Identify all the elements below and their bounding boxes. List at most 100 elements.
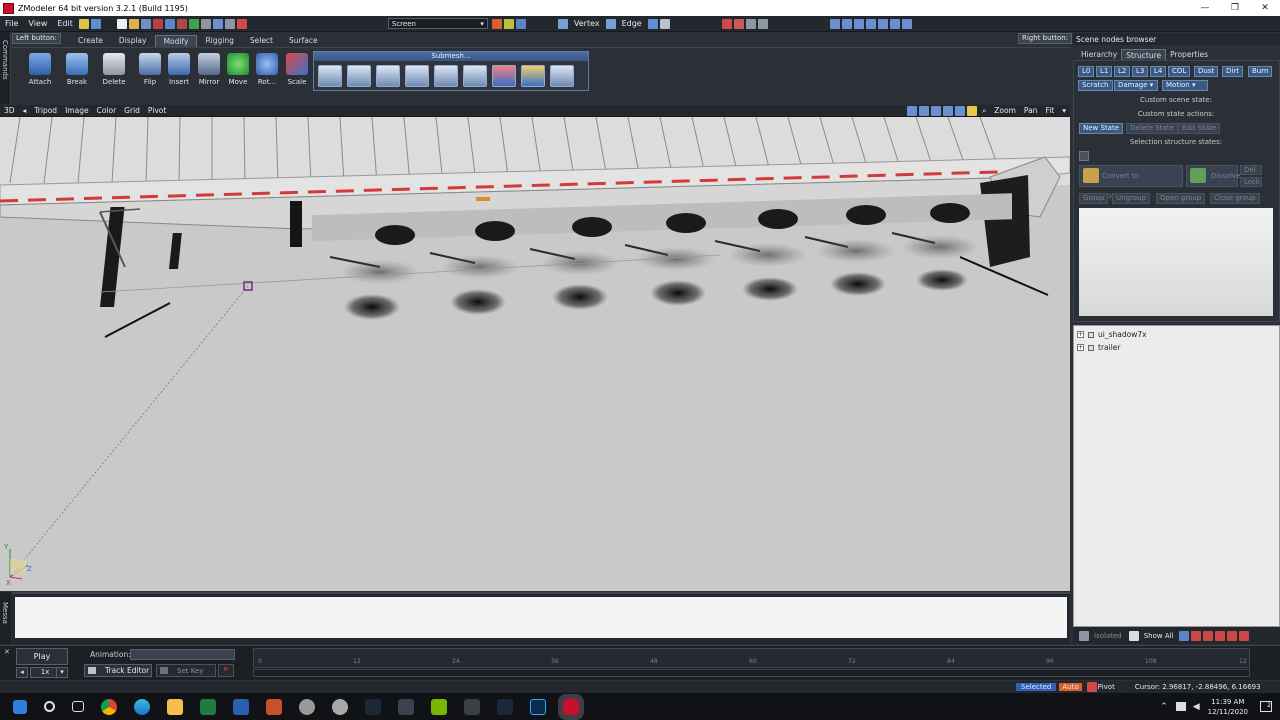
col-button[interactable]: COL [1168, 66, 1191, 77]
right-button-label[interactable]: Right button: [1018, 33, 1073, 44]
submesh-tool-1-icon[interactable] [318, 65, 342, 87]
show-all-button[interactable]: Show All [1144, 632, 1174, 640]
redo-arrow-icon[interactable] [224, 18, 235, 29]
render-icon[interactable] [877, 18, 888, 29]
object-mode-icon[interactable] [659, 18, 670, 29]
volume-icon[interactable]: ◀ [1193, 702, 1200, 712]
rotate-button[interactable]: Rot... [253, 53, 281, 86]
submesh-tool-2-icon[interactable] [347, 65, 371, 87]
lod-button-l4[interactable]: L4 [1150, 66, 1167, 77]
viewport-menu-pivot[interactable]: Pivot [144, 106, 170, 115]
break-button[interactable]: Break [63, 53, 91, 86]
view-shading-2-icon[interactable] [919, 105, 930, 116]
steam-2-icon[interactable] [497, 698, 513, 715]
mail-icon[interactable] [398, 698, 414, 715]
commands-strip[interactable]: Commands [0, 32, 11, 104]
tab-surface[interactable]: Surface [281, 35, 326, 47]
search-icon[interactable] [44, 701, 55, 712]
network-icon[interactable] [1175, 702, 1186, 711]
checkbox-icon[interactable] [1128, 630, 1139, 641]
message-log[interactable] [15, 597, 1067, 638]
snap-icon[interactable] [733, 18, 744, 29]
minimize-button[interactable]: — [1190, 3, 1220, 13]
node-visibility-icon[interactable] [1088, 331, 1094, 338]
y-axis-icon[interactable] [503, 18, 514, 29]
expand-plus-icon[interactable]: + [1077, 331, 1084, 338]
wire-icon[interactable] [889, 18, 900, 29]
nvidia-icon[interactable] [431, 698, 447, 715]
close-group-button[interactable]: Close group [1210, 193, 1260, 204]
help-icon[interactable] [90, 18, 101, 29]
save-icon[interactable] [140, 18, 151, 29]
tab-select[interactable]: Select [242, 35, 281, 47]
excel-icon[interactable] [200, 698, 216, 715]
edge-mode[interactable]: Edge [617, 19, 647, 28]
group-button[interactable]: Group [1079, 193, 1109, 204]
edge-icon[interactable] [605, 18, 616, 29]
scene-tree[interactable]: + ui_shadow7x + trailer [1073, 325, 1280, 627]
windows-start-icon[interactable] [13, 699, 27, 714]
clock[interactable]: 11:39 AM 12/11/2020 [1208, 697, 1248, 717]
edge-browser-icon[interactable] [134, 698, 150, 715]
attach-button[interactable]: Attach [26, 53, 54, 86]
app-circle-icon[interactable] [332, 698, 348, 715]
material-icon[interactable] [853, 18, 864, 29]
submesh-tool-7-icon[interactable] [492, 65, 516, 87]
zoom-button[interactable]: Zoom [990, 106, 1020, 115]
isolated-toggle[interactable]: Isolated [1094, 632, 1122, 640]
screen-select[interactable]: Screen ▾ [387, 18, 488, 29]
tree-tool-5-icon[interactable] [1226, 630, 1237, 641]
submesh-tool-8-icon[interactable] [521, 65, 545, 87]
lasso-icon[interactable] [176, 18, 187, 29]
lod-button-l2[interactable]: L2 [1114, 66, 1131, 77]
menu-view[interactable]: View [23, 19, 52, 28]
node-visibility-icon[interactable] [1088, 344, 1094, 351]
view-shading-4-icon[interactable] [943, 105, 954, 116]
blender-icon[interactable] [299, 698, 315, 715]
scale-button[interactable]: Scale [283, 53, 311, 86]
task-view-icon[interactable] [72, 701, 84, 712]
x-axis-icon[interactable] [491, 18, 502, 29]
tab-hierarchy[interactable]: Hierarchy [1077, 49, 1121, 60]
submesh-tool-3-icon[interactable] [376, 65, 400, 87]
submesh-tool-5-icon[interactable] [434, 65, 458, 87]
angle-snap-icon[interactable] [757, 18, 768, 29]
left-button-label[interactable]: Left button: [12, 33, 61, 44]
flip-button[interactable]: Flip [136, 53, 164, 86]
new-state-button[interactable]: New State [1079, 123, 1124, 134]
media-icon[interactable] [464, 698, 480, 715]
texture-icon[interactable] [865, 18, 876, 29]
tab-rigging[interactable]: Rigging [197, 35, 241, 47]
3d-viewport[interactable]: Y X Z [0, 117, 1070, 591]
viewport-mode[interactable]: 3D [0, 106, 19, 115]
tab-display[interactable]: Display [111, 35, 155, 47]
burn-button[interactable]: Burn [1248, 66, 1273, 77]
chevron-down-icon[interactable]: ▾ [1058, 106, 1070, 115]
menu-file[interactable]: File [0, 19, 23, 28]
viewport-menu-image[interactable]: Image [61, 106, 93, 115]
copy-icon[interactable] [200, 18, 211, 29]
lod-button-l3[interactable]: L3 [1132, 66, 1149, 77]
submesh-tool-9-icon[interactable] [550, 65, 574, 87]
maximize-button[interactable]: ❐ [1220, 3, 1250, 13]
view-shading-5-icon[interactable] [955, 105, 966, 116]
menu-edit[interactable]: Edit [52, 19, 78, 28]
steam-icon[interactable] [365, 698, 381, 715]
light-bulb-icon[interactable] [967, 105, 978, 116]
settings-icon[interactable] [901, 18, 912, 29]
lod-button-l1[interactable]: L1 [1096, 66, 1113, 77]
edit-state-button[interactable]: Edit State [1178, 123, 1221, 134]
delete-icon[interactable] [152, 18, 163, 29]
chevron-left-icon[interactable]: ◂ [16, 667, 28, 678]
close-button[interactable]: ✕ [1250, 3, 1280, 13]
timeline-slider[interactable]: 0 12 24 36 48 60 72 84 96 108 12 [253, 648, 1250, 668]
expand-plus-icon[interactable]: + [1077, 344, 1084, 351]
vertex-mode[interactable]: Vertex [569, 19, 605, 28]
chrome-icon[interactable] [101, 698, 117, 715]
messages-strip[interactable]: Messa [0, 592, 11, 644]
ungroup-button[interactable]: Ungroup [1112, 193, 1150, 204]
chevron-up-icon[interactable]: ⌃ [1160, 702, 1168, 712]
open-folder-icon[interactable] [128, 18, 139, 29]
chevron-left-icon[interactable]: ◂ [19, 106, 31, 115]
trash-icon[interactable] [236, 18, 247, 29]
